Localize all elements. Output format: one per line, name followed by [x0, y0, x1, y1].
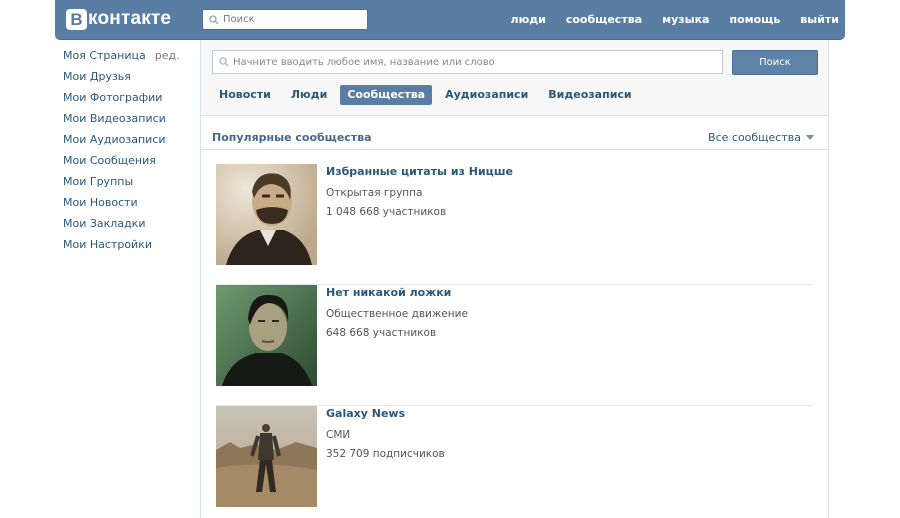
group-avatar[interactable] — [216, 285, 317, 386]
sidebar-item-my-page: Моя Страница ред. — [63, 45, 193, 66]
logo-text: контакте — [88, 8, 172, 29]
portrait-image — [216, 285, 317, 386]
left-sidebar: Моя Страница ред. Мои Друзья Мои Фотограф… — [63, 45, 193, 255]
vk-logo[interactable]: В контакте — [66, 6, 171, 32]
section-header: Популярные сообщества Все сообщества — [201, 128, 828, 150]
list-item: Нет никакой ложки Общественное движение … — [216, 285, 813, 406]
tab-communities[interactable]: Сообщества — [340, 85, 433, 105]
nav-logout-link[interactable]: выйти — [800, 13, 839, 26]
sidebar-item-videos[interactable]: Мои Видеозаписи — [63, 108, 193, 129]
nav-people-link[interactable]: люди — [511, 13, 546, 26]
sidebar-item-settings[interactable]: Мои Настройки — [63, 234, 193, 255]
main-search-box[interactable] — [212, 50, 723, 74]
group-name-link[interactable]: Избранные цитаты из Ницше — [326, 165, 513, 183]
sidebar-item-news[interactable]: Мои Новости — [63, 192, 193, 213]
search-icon — [209, 14, 219, 24]
chevron-down-icon — [806, 135, 814, 140]
group-type: Открытая группа — [326, 187, 423, 199]
search-button[interactable]: Поиск — [732, 50, 818, 75]
group-type: Общественное движение — [326, 308, 468, 320]
group-info: Избранные цитаты из Ницше Открытая групп… — [326, 165, 513, 221]
list-item: Избранные цитаты из Ницше Открытая групп… — [216, 164, 813, 285]
group-info: Galaxy News СМИ 352 709 подписчиков — [326, 407, 445, 463]
sidebar-item-audio[interactable]: Мои Аудиозаписи — [63, 129, 193, 150]
tab-video[interactable]: Видеозаписи — [541, 85, 638, 105]
sidebar-item-friends[interactable]: Мои Друзья — [63, 66, 193, 87]
top-header: В контакте люди сообщества музыка помощь… — [55, 0, 845, 40]
nav-music-link[interactable]: музыка — [662, 13, 709, 26]
group-member-count: 648 668 участников — [326, 327, 437, 339]
group-type: СМИ — [326, 429, 351, 441]
main-search-input[interactable] — [233, 56, 713, 68]
group-member-count: 352 709 подписчиков — [326, 448, 445, 460]
group-avatar[interactable] — [216, 406, 317, 507]
portrait-image — [216, 164, 317, 265]
nav-help-link[interactable]: помощь — [729, 13, 780, 26]
header-search-box[interactable] — [202, 9, 368, 30]
sidebar-item-groups[interactable]: Мои Группы — [63, 171, 193, 192]
group-avatar[interactable] — [216, 164, 317, 265]
search-icon — [219, 57, 229, 67]
communities-filter-dropdown[interactable]: Все сообщества — [708, 131, 814, 144]
tab-people[interactable]: Люди — [284, 85, 334, 105]
group-member-count: 1 048 668 участников — [326, 206, 447, 218]
sidebar-item-bookmarks[interactable]: Мои Закладки — [63, 213, 193, 234]
header-search-input[interactable] — [223, 14, 363, 25]
section-title: Популярные сообщества — [212, 131, 372, 144]
main-content: Поиск Новости Люди Сообщества Аудиозапис… — [200, 40, 829, 518]
edit-link[interactable]: ред. — [155, 49, 180, 62]
tab-audio[interactable]: Аудиозаписи — [438, 85, 535, 105]
filter-label: Все сообщества — [708, 131, 801, 144]
search-panel: Поиск Новости Люди Сообщества Аудиозапис… — [201, 40, 828, 116]
sidebar-item-label[interactable]: Моя Страница — [63, 49, 146, 62]
sidebar-item-messages[interactable]: Мои Сообщения — [63, 150, 193, 171]
list-item: Galaxy News СМИ 352 709 подписчиков — [216, 406, 813, 518]
communities-list: Избранные цитаты из Ницше Открытая групп… — [216, 164, 813, 518]
group-name-link[interactable]: Galaxy News — [326, 407, 445, 425]
sidebar-item-photos[interactable]: Мои Фотографии — [63, 87, 193, 108]
search-tabs: Новости Люди Сообщества Аудиозаписи Виде… — [212, 85, 645, 105]
group-info: Нет никакой ложки Общественное движение … — [326, 286, 468, 342]
logo-box: В — [66, 8, 87, 30]
top-nav: люди сообщества музыка помощь выйти — [491, 0, 839, 38]
wasteland-image — [216, 406, 317, 507]
tab-news[interactable]: Новости — [212, 85, 278, 105]
group-name-link[interactable]: Нет никакой ложки — [326, 286, 468, 304]
nav-communities-link[interactable]: сообщества — [566, 13, 642, 26]
